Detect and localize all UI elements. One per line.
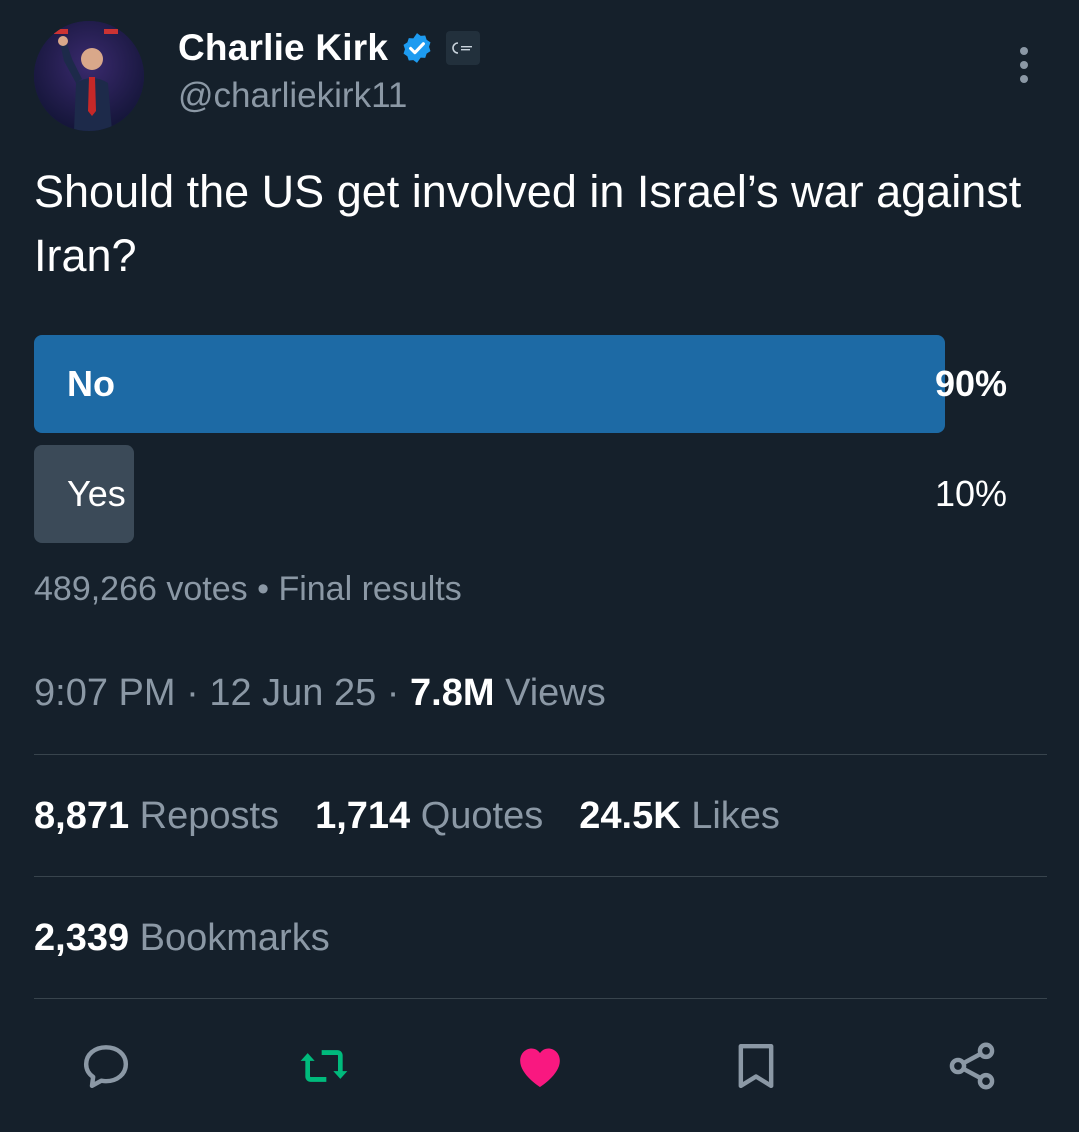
- quotes-stat[interactable]: 1,714 Quotes: [315, 795, 543, 838]
- likes-stat[interactable]: 24.5K Likes: [579, 795, 780, 838]
- share-button[interactable]: [944, 1038, 1000, 1094]
- divider: [34, 876, 1047, 877]
- quotes-label: Quotes: [420, 795, 544, 837]
- tweet-meta: 9:07 PM · 12 Jun 25 · 7.8M Views: [34, 672, 606, 714]
- poll-label-no: No: [67, 363, 115, 404]
- tweet-time[interactable]: 9:07 PM: [34, 672, 176, 714]
- bookmarks-stat[interactable]: 2,339 Bookmarks: [34, 917, 330, 960]
- likes-count: 24.5K: [579, 795, 681, 837]
- more-vertical-icon[interactable]: [1014, 46, 1034, 86]
- views-count: 7.8M: [410, 672, 495, 714]
- verified-badge-icon: [403, 33, 431, 63]
- author-name-row: Charlie Kirk: [178, 26, 481, 70]
- poll-summary: 489,266 votes • Final results: [34, 570, 462, 609]
- reposts-count: 8,871: [34, 795, 130, 837]
- author-avatar[interactable]: [34, 21, 144, 131]
- views-label: Views: [505, 672, 606, 714]
- repost-button[interactable]: [296, 1038, 352, 1094]
- bookmarks-count: 2,339: [34, 917, 130, 959]
- likes-label: Likes: [691, 795, 780, 837]
- bookmarks-label: Bookmarks: [139, 917, 330, 959]
- poll-percent-no: 90%: [934, 363, 1007, 404]
- engagement-stats: 8,871 Reposts 1,714 Quotes 24.5K Likes: [34, 795, 816, 838]
- reposts-label: Reposts: [139, 795, 280, 837]
- poll-label-yes: Yes: [67, 473, 126, 514]
- poll-option-no: No 90%: [34, 335, 1007, 433]
- repost-icon: [300, 1050, 348, 1082]
- reply-icon: [83, 1045, 129, 1089]
- quotes-count: 1,714: [315, 795, 411, 837]
- poll-separator: •: [257, 570, 269, 608]
- poll-bar-no: [34, 335, 945, 433]
- share-icon: [949, 1042, 995, 1090]
- poll-option-yes: Yes 10%: [34, 445, 1007, 543]
- reply-button[interactable]: [78, 1038, 134, 1094]
- tweet-text: Should the US get involved in Israel’s w…: [34, 166, 1022, 281]
- poll-percent-yes: 10%: [934, 473, 1007, 514]
- heart-icon: [520, 1048, 560, 1087]
- bookmark-button[interactable]: [728, 1038, 784, 1094]
- reposts-stat[interactable]: 8,871 Reposts: [34, 795, 279, 838]
- divider: [34, 754, 1047, 755]
- author-handle[interactable]: @charliekirk11: [178, 76, 407, 116]
- divider: [34, 998, 1047, 999]
- author-name[interactable]: Charlie Kirk: [178, 27, 388, 69]
- bookmark-icon: [738, 1043, 774, 1089]
- poll-status: Final results: [278, 570, 462, 608]
- poll-votes: 489,266 votes: [34, 570, 248, 608]
- organization-badge-icon[interactable]: [446, 31, 481, 65]
- like-button[interactable]: [512, 1038, 568, 1094]
- tweet-date[interactable]: 12 Jun 25: [209, 672, 376, 714]
